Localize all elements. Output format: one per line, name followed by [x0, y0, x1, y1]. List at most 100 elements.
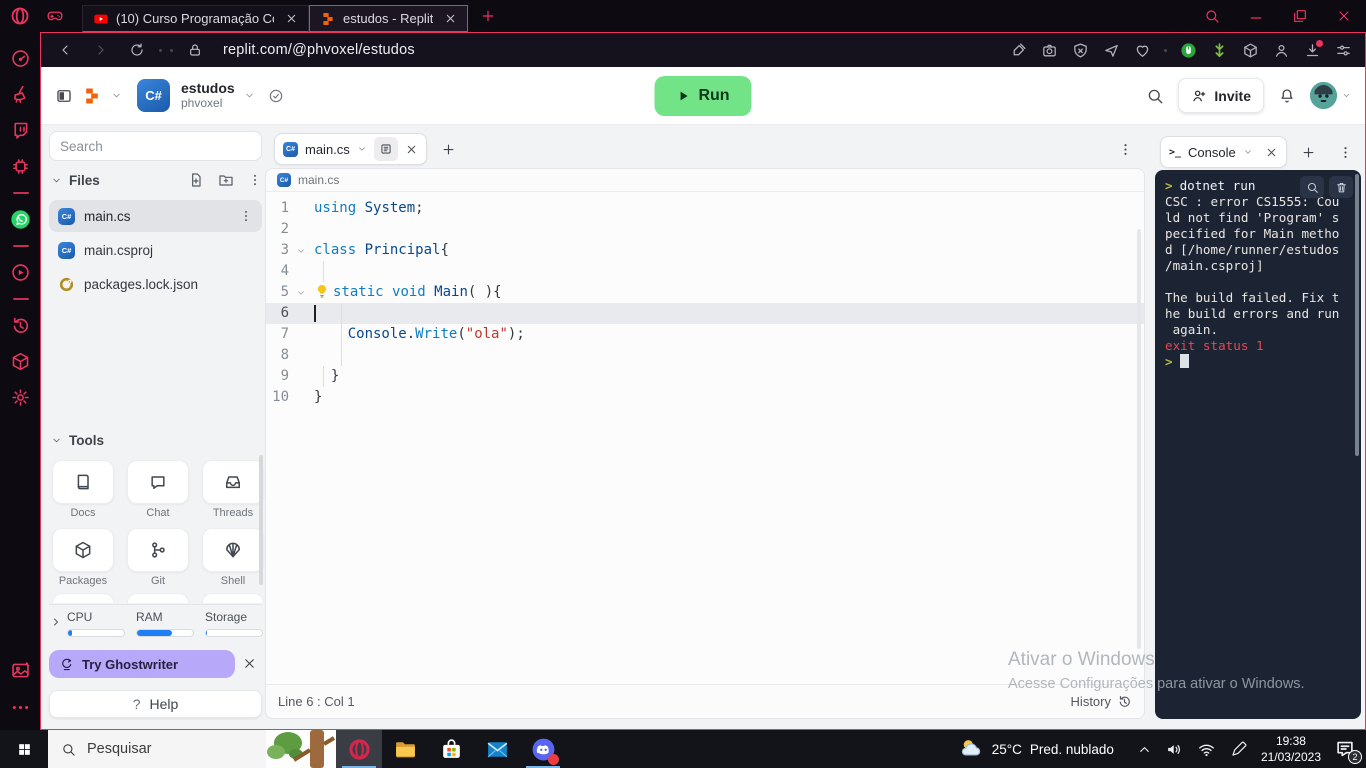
- tool-chat[interactable]: Chat: [127, 460, 189, 519]
- fold-chevron-icon[interactable]: [296, 288, 306, 298]
- scrollbar[interactable]: [1355, 174, 1359, 456]
- gx-control-icon[interactable]: [10, 156, 31, 177]
- editor-tab-maincs[interactable]: C# main.cs: [274, 133, 427, 165]
- browser-tab[interactable]: (10) Curso Programação Co: [82, 5, 309, 32]
- settings-icon[interactable]: [10, 387, 31, 408]
- url[interactable]: replit.com/@phvoxel/estudos: [223, 42, 415, 58]
- download-icon[interactable]: [1304, 39, 1323, 59]
- replit-logo-icon[interactable]: [82, 86, 102, 106]
- files-section-header[interactable]: Files: [51, 172, 262, 188]
- notification-center-button[interactable]: 2: [1334, 738, 1362, 764]
- kebab-menu-icon[interactable]: [248, 173, 262, 187]
- project-names[interactable]: estudos phvoxel: [181, 80, 235, 110]
- bell-icon[interactable]: [1278, 87, 1296, 105]
- code-line[interactable]: 2: [266, 219, 1144, 240]
- tools-section-header[interactable]: Tools: [51, 433, 262, 448]
- send-icon[interactable]: [1103, 42, 1120, 59]
- project-avatar[interactable]: C#: [137, 79, 170, 112]
- player-icon[interactable]: [10, 262, 31, 283]
- window-minimize-button[interactable]: [1248, 8, 1264, 24]
- lock-icon[interactable]: [187, 42, 203, 58]
- close-icon[interactable]: [1265, 146, 1278, 159]
- scrollbar[interactable]: [1137, 229, 1141, 649]
- gx-corner-icon[interactable]: [44, 7, 66, 25]
- file-row-main.cs[interactable]: C# main.cs: [49, 200, 262, 232]
- meter-ram[interactable]: RAM: [136, 610, 194, 637]
- avatar[interactable]: [1310, 82, 1337, 109]
- history-icon[interactable]: [10, 315, 31, 336]
- console-search-button[interactable]: [1300, 176, 1324, 198]
- more-icon[interactable]: [10, 697, 31, 718]
- plus-icon[interactable]: [1301, 145, 1316, 160]
- mouse-extension-icon[interactable]: [1180, 42, 1197, 59]
- profile-icon[interactable]: [1273, 42, 1290, 59]
- chevron-up-icon[interactable]: [1137, 742, 1152, 757]
- window-close-button[interactable]: [1336, 8, 1352, 24]
- reload-icon[interactable]: [129, 42, 145, 58]
- forward-icon[interactable]: [93, 42, 109, 58]
- new-tab-button[interactable]: [480, 8, 496, 24]
- scrollbar[interactable]: [259, 455, 263, 585]
- invite-button[interactable]: Invite: [1178, 78, 1264, 113]
- heart-icon[interactable]: [1134, 42, 1151, 59]
- boost-extension-icon[interactable]: [1211, 42, 1228, 59]
- chevron-down-icon[interactable]: [244, 90, 255, 101]
- code-line[interactable]: 6: [266, 303, 1144, 324]
- taskbar-app-mail[interactable]: [474, 730, 520, 768]
- console-output[interactable]: > dotnet run CSC : error CS1555: Cou ld not…: [1155, 170, 1361, 719]
- window-search-icon[interactable]: [1204, 8, 1220, 24]
- code-line[interactable]: 10}: [266, 387, 1144, 408]
- speed-dial-icon[interactable]: [10, 48, 31, 69]
- camera-icon[interactable]: [1041, 42, 1058, 59]
- cleaner-icon[interactable]: [10, 84, 31, 105]
- kebab-menu-icon[interactable]: [239, 209, 253, 223]
- kebab-menu-icon[interactable]: [1118, 142, 1133, 157]
- panel-toggle-icon[interactable]: [55, 87, 73, 105]
- browser-tab[interactable]: estudos - Replit: [309, 5, 469, 32]
- add-folder-icon[interactable]: [218, 172, 234, 188]
- wifi-icon[interactable]: [1197, 740, 1216, 759]
- meter-storage[interactable]: Storage: [205, 610, 263, 637]
- meter-cpu[interactable]: CPU: [67, 610, 125, 637]
- close-icon[interactable]: [242, 656, 257, 671]
- tab-close-icon[interactable]: [444, 12, 457, 25]
- code-area[interactable]: 1 using System; 2 3 class Principal{4 5 static…: [266, 193, 1144, 408]
- twitch-icon[interactable]: [10, 120, 31, 141]
- weather-widget[interactable]: 25°C Pred. nublado: [958, 736, 1114, 762]
- taskbar-app-explorer[interactable]: [382, 730, 428, 768]
- tune-icon[interactable]: [1335, 42, 1352, 59]
- chevron-down-icon[interactable]: [357, 144, 367, 154]
- close-icon[interactable]: [405, 143, 418, 156]
- chevron-down-icon[interactable]: [1342, 91, 1351, 100]
- code-line[interactable]: 8: [266, 345, 1144, 366]
- pin-edit-icon[interactable]: [1010, 42, 1027, 59]
- tab-close-icon[interactable]: [285, 12, 298, 25]
- plus-icon[interactable]: [441, 142, 456, 157]
- start-button[interactable]: [0, 730, 48, 768]
- tool-git[interactable]: Git: [127, 528, 189, 587]
- tool-threads[interactable]: Threads: [202, 460, 264, 519]
- extensions-icon[interactable]: [10, 351, 31, 372]
- fold-chevron-icon[interactable]: [296, 246, 306, 256]
- code-line[interactable]: 4: [266, 261, 1144, 282]
- file-row-packages.lock.json[interactable]: packages.lock.json: [49, 268, 262, 300]
- add-file-icon[interactable]: [188, 172, 204, 188]
- kebab-menu-icon[interactable]: [1338, 145, 1353, 160]
- console-clear-button[interactable]: [1329, 176, 1353, 198]
- tool-docs[interactable]: Docs: [52, 460, 114, 519]
- cube-icon[interactable]: [1242, 42, 1259, 59]
- pen-icon[interactable]: [1229, 740, 1248, 759]
- tool-shell[interactable]: Shell: [202, 528, 264, 587]
- file-row-main.csproj[interactable]: C# main.csproj: [49, 234, 262, 266]
- run-button[interactable]: Run: [654, 76, 752, 116]
- clock[interactable]: 19:38 21/03/2023: [1261, 733, 1321, 765]
- chevron-right-icon[interactable]: [50, 616, 62, 628]
- snapshot-icon[interactable]: [10, 660, 31, 681]
- taskbar-search[interactable]: [48, 730, 336, 768]
- code-line[interactable]: 9 }: [266, 366, 1144, 387]
- back-icon[interactable]: [57, 42, 73, 58]
- code-line[interactable]: 1 using System;: [266, 198, 1144, 219]
- taskbar-app-store[interactable]: [428, 730, 474, 768]
- taskbar-search-input[interactable]: [85, 740, 235, 758]
- opera-menu-icon[interactable]: [10, 6, 30, 26]
